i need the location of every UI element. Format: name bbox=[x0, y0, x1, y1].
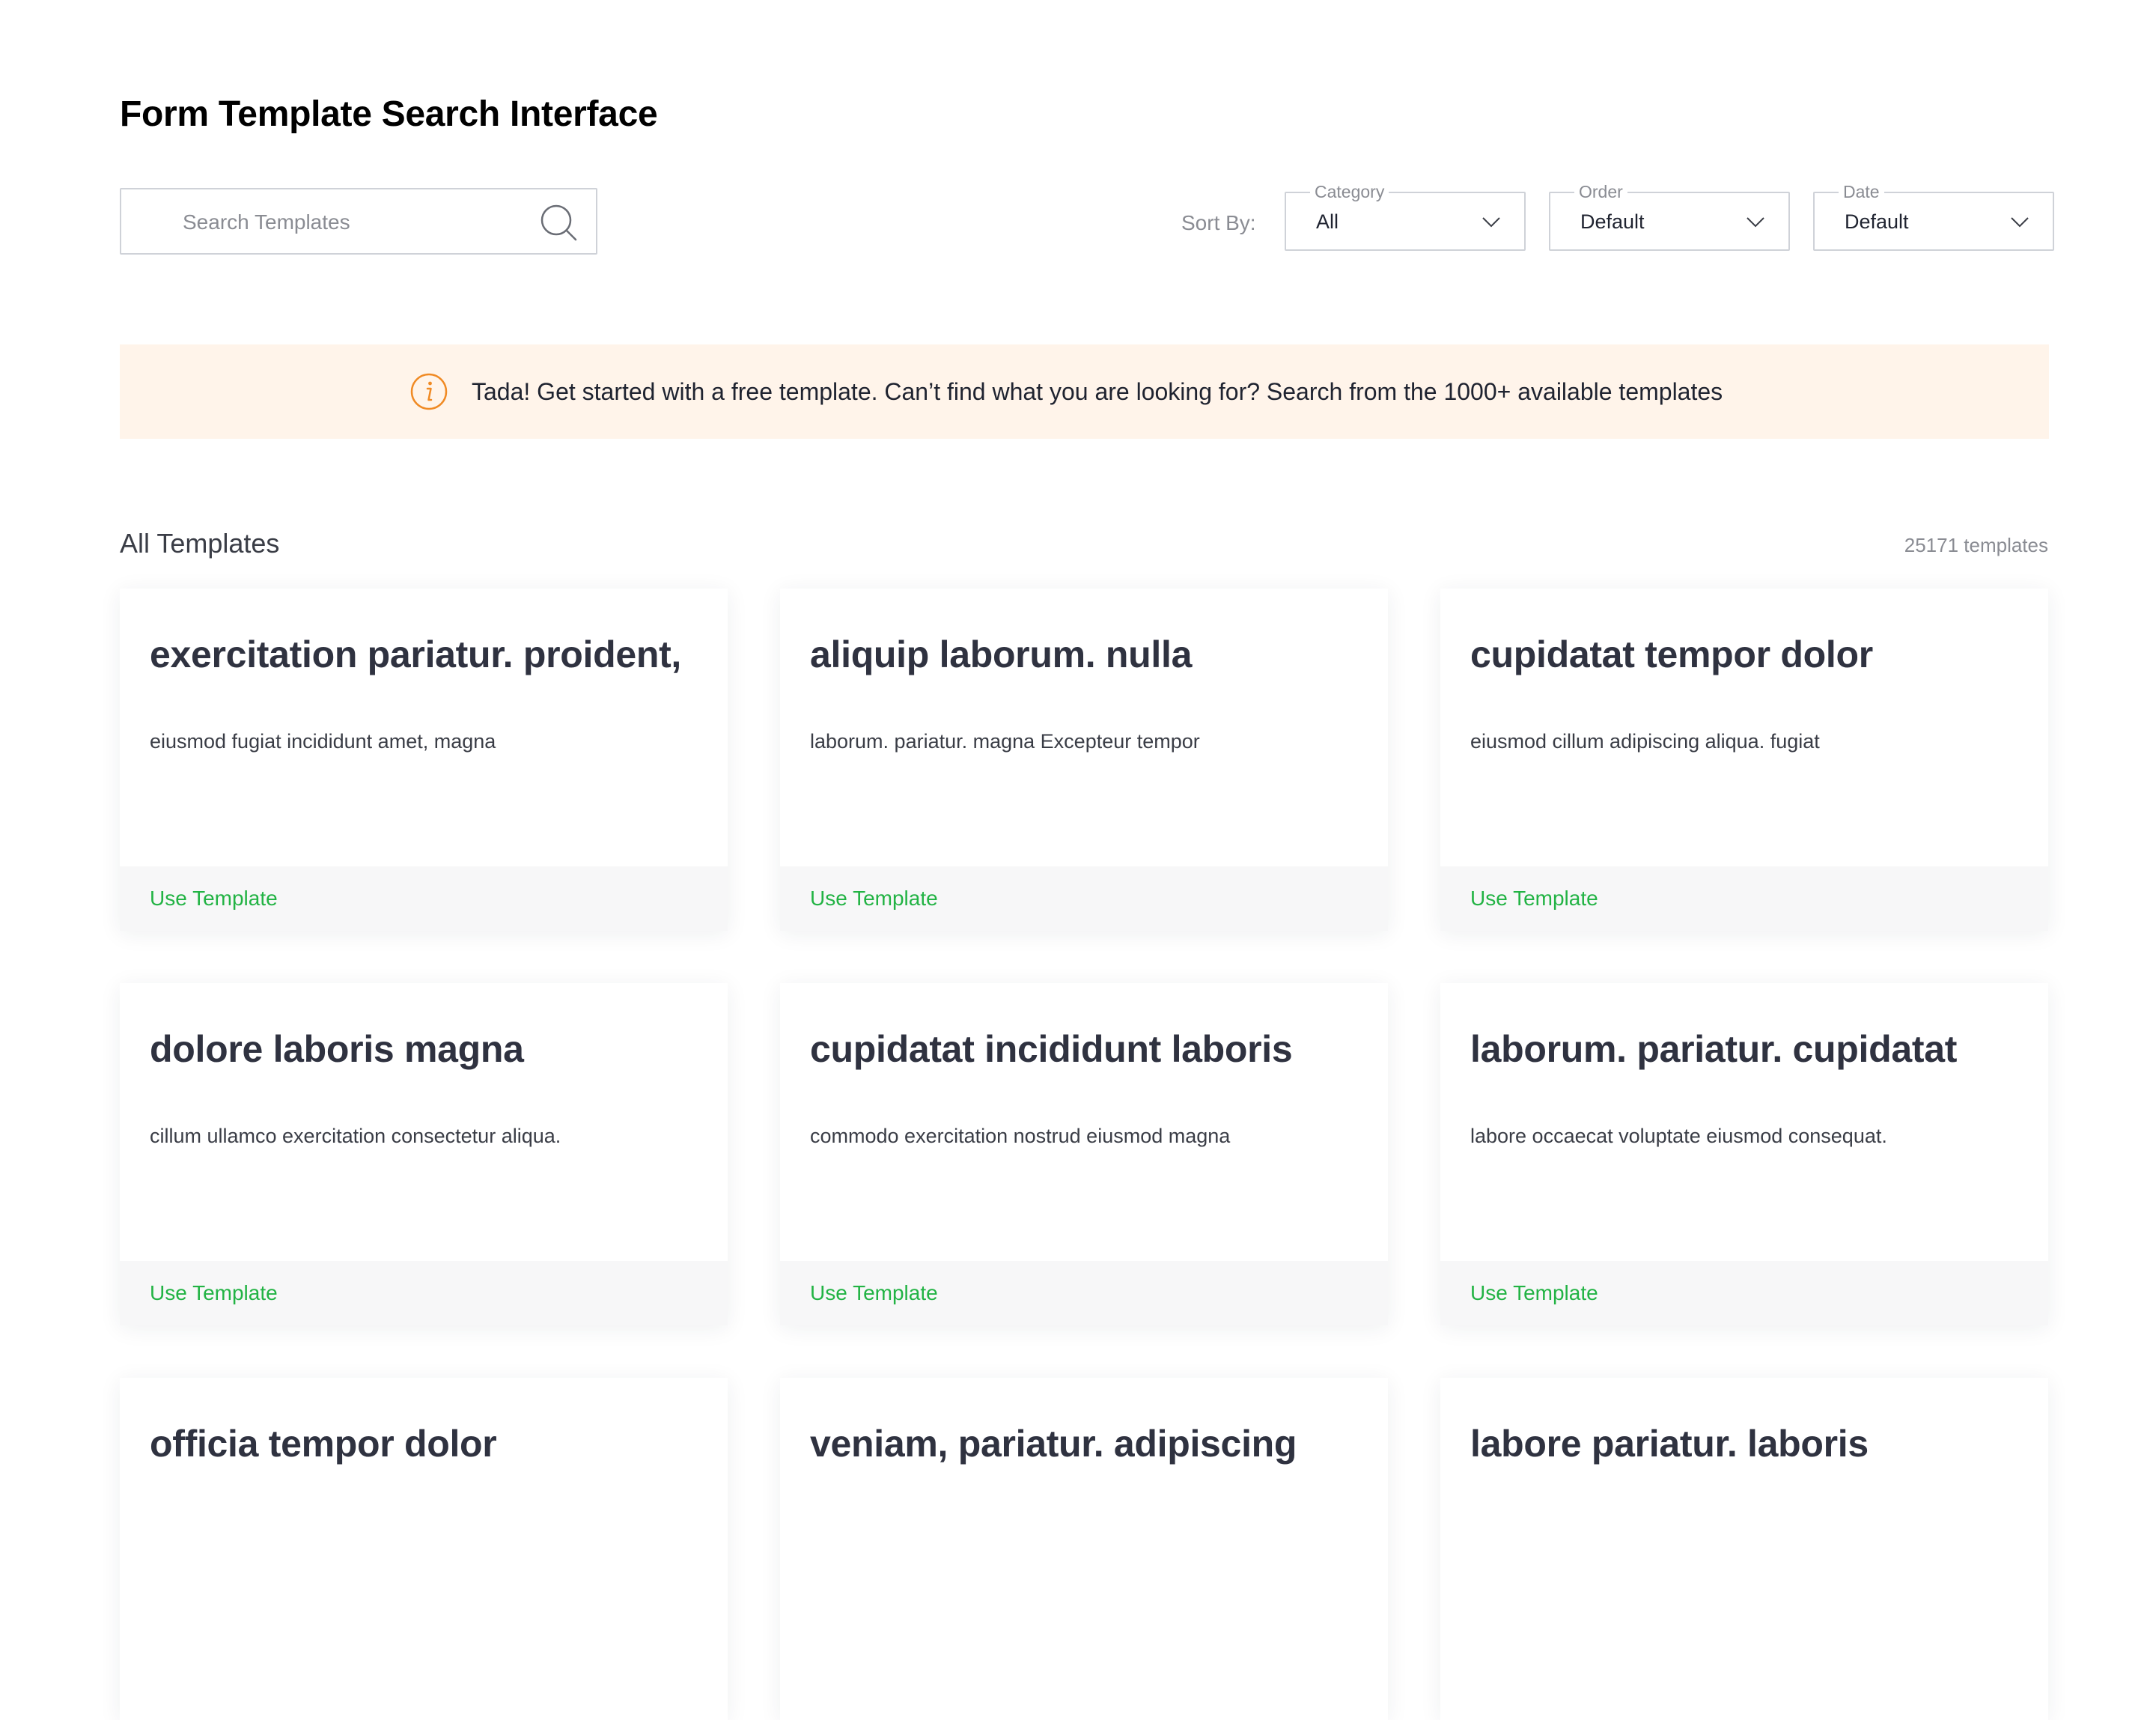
template-card-footer: Use Template bbox=[780, 1261, 1388, 1325]
template-card[interactable]: cupidatat tempor dolor eiusmod cillum ad… bbox=[1440, 589, 2048, 931]
template-card-title: veniam, pariatur. adipiscing bbox=[810, 1423, 1297, 1465]
search-box[interactable] bbox=[120, 188, 597, 255]
use-template-link[interactable]: Use Template bbox=[810, 1279, 938, 1307]
template-card-title: exercitation pariatur. proident, bbox=[150, 633, 682, 675]
info-banner-text: Tada! Get started with a free template. … bbox=[472, 378, 1723, 405]
template-card-description: eiusmod fugiat incididunt amet, magna bbox=[150, 730, 496, 753]
template-card-title: aliquip laborum. nulla bbox=[810, 633, 1193, 675]
use-template-link[interactable]: Use Template bbox=[150, 1279, 278, 1307]
template-card-title: cupidatat incididunt laboris bbox=[810, 1028, 1293, 1070]
template-card-description: eiusmod cillum adipiscing aliqua. fugiat bbox=[1470, 730, 1820, 753]
chevron-down-icon bbox=[1482, 217, 1500, 228]
template-card-description: laborum. pariatur. magna Excepteur tempo… bbox=[810, 730, 1200, 753]
date-select[interactable]: Date Default bbox=[1813, 182, 2054, 251]
page-title: Form Template Search Interface bbox=[120, 94, 658, 134]
info-icon bbox=[410, 373, 448, 410]
order-select[interactable]: Order Default bbox=[1549, 182, 1790, 251]
template-card-footer: Use Template bbox=[780, 866, 1388, 931]
template-card[interactable]: dolore laboris magna cillum ullamco exer… bbox=[120, 983, 728, 1325]
template-card-title: laborum. pariatur. cupidatat bbox=[1470, 1028, 1958, 1070]
section-title: All Templates bbox=[120, 528, 280, 559]
order-select-legend: Order bbox=[1574, 182, 1627, 201]
search-icon[interactable] bbox=[539, 203, 578, 242]
template-card-description: commodo exercitation nostrud eiusmod mag… bbox=[810, 1125, 1231, 1147]
template-card-title: officia tempor dolor bbox=[150, 1423, 497, 1465]
template-card-title: labore pariatur. laboris bbox=[1470, 1423, 1869, 1465]
template-card-title: dolore laboris magna bbox=[150, 1028, 524, 1070]
template-card[interactable]: officia tempor dolor bbox=[120, 1378, 728, 1720]
chevron-down-icon bbox=[2011, 217, 2029, 228]
template-card-title: cupidatat tempor dolor bbox=[1470, 633, 1873, 675]
use-template-link[interactable]: Use Template bbox=[150, 884, 278, 913]
chevron-down-icon bbox=[1747, 217, 1764, 228]
category-select-value: All bbox=[1316, 210, 1339, 233]
category-select-legend: Category bbox=[1310, 182, 1389, 201]
search-input[interactable] bbox=[181, 204, 499, 240]
info-banner: Tada! Get started with a free template. … bbox=[120, 344, 2049, 439]
use-template-link[interactable]: Use Template bbox=[1470, 884, 1598, 913]
template-grid: exercitation pariatur. proident, eiusmod… bbox=[120, 589, 2049, 1720]
template-count: 25171 templates bbox=[1904, 534, 2048, 556]
template-card[interactable]: laborum. pariatur. cupidatat labore occa… bbox=[1440, 983, 2048, 1325]
template-card-description: labore occaecat voluptate eiusmod conseq… bbox=[1470, 1125, 1887, 1147]
use-template-link[interactable]: Use Template bbox=[1470, 1279, 1598, 1307]
use-template-link[interactable]: Use Template bbox=[810, 884, 938, 913]
template-card-footer: Use Template bbox=[120, 866, 728, 931]
template-card[interactable]: exercitation pariatur. proident, eiusmod… bbox=[120, 589, 728, 931]
date-select-value: Default bbox=[1845, 210, 1909, 233]
template-card-footer: Use Template bbox=[120, 1261, 728, 1325]
sort-by-label: Sort By: bbox=[1181, 211, 1256, 234]
order-select-value: Default bbox=[1580, 210, 1645, 233]
template-card-description: cillum ullamco exercitation consectetur … bbox=[150, 1125, 561, 1147]
template-card[interactable]: labore pariatur. laboris bbox=[1440, 1378, 2048, 1720]
template-card[interactable]: cupidatat incididunt laboris commodo exe… bbox=[780, 983, 1388, 1325]
category-select[interactable]: Category All bbox=[1285, 182, 1526, 251]
template-card-footer: Use Template bbox=[1440, 1261, 2048, 1325]
date-select-legend: Date bbox=[1839, 182, 1884, 201]
template-card[interactable]: veniam, pariatur. adipiscing bbox=[780, 1378, 1388, 1720]
template-card-footer: Use Template bbox=[1440, 866, 2048, 931]
template-card[interactable]: aliquip laborum. nulla laborum. pariatur… bbox=[780, 589, 1388, 931]
